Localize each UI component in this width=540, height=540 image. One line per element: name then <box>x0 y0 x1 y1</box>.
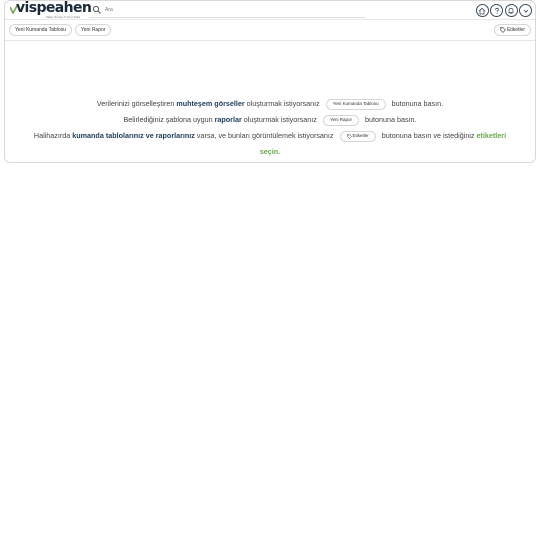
search-icon <box>92 5 101 14</box>
inline-tags-label: Etiketler <box>352 133 369 139</box>
notifications-button[interactable] <box>504 4 518 17</box>
message-text: Halihazırda <box>33 131 71 140</box>
message-text: Belirlediğiniz şablona uygun <box>123 115 213 124</box>
message-highlight: raporlar <box>214 115 242 124</box>
inline-tags-button[interactable]: Etiketler <box>339 130 376 142</box>
search-input[interactable] <box>105 7 355 13</box>
message-text: butonuna basın. <box>364 115 417 124</box>
message-text: oluşturmak istiyorsanız <box>243 115 317 124</box>
help-button[interactable] <box>490 4 503 17</box>
empty-state-message: Verilerinizi görselleştiren muhteşem gör… <box>5 96 535 160</box>
search-box[interactable] <box>89 3 365 18</box>
tags-button[interactable]: Etiketler <box>493 24 531 36</box>
main-panel: vispeahen Make Sense of Your Data Ara Ye… <box>4 0 536 163</box>
message-highlight-green: seçin. <box>259 147 281 156</box>
message-highlight: muhteşem görseller <box>176 99 245 108</box>
chevron-down-icon <box>523 9 528 13</box>
message-line-3: Halihazırda kumanda tablolarınız ve rapo… <box>5 128 535 144</box>
tag-icon <box>346 133 352 139</box>
inline-new-report-button[interactable]: Yeni Rapor <box>322 114 359 126</box>
logo-tagline: Make Sense of Your Data <box>46 14 81 19</box>
message-line-4: seçin. <box>5 144 535 160</box>
new-dashboard-button[interactable]: Yeni Kumanda Tablosu <box>9 24 72 36</box>
tag-icon <box>500 27 506 33</box>
inline-new-dashboard-button[interactable]: Yeni Kumanda Tablosu <box>325 98 386 110</box>
top-bar: vispeahen Make Sense of Your Data <box>5 1 535 20</box>
tags-button-label: Etiketler <box>506 27 525 33</box>
user-menu-button[interactable] <box>519 4 532 17</box>
message-line-2: Belirlediğiniz şablona uygun raporlar ol… <box>5 112 535 128</box>
message-text: butonuna basın. <box>391 99 444 108</box>
top-icons <box>475 4 532 17</box>
message-text: varsa, ve bunları görüntülemek istiyorsa… <box>196 131 334 140</box>
help-icon <box>494 7 499 14</box>
logo[interactable]: vispeahen Make Sense of Your Data <box>10 1 92 19</box>
message-line-1: Verilerinizi görselleştiren muhteşem gör… <box>5 96 535 112</box>
home-icon <box>478 7 486 14</box>
message-text: oluşturmak istiyorsanız <box>246 99 320 108</box>
toolbar: Yeni Kumanda Tablosu Yeni Rapor Etiketle… <box>5 20 535 41</box>
message-text: Verilerinizi görselleştiren <box>96 99 175 108</box>
new-report-button[interactable]: Yeni Rapor <box>74 24 112 36</box>
logo-text: vispeahen <box>16 0 92 16</box>
message-highlight: kumanda tablolarınız ve raporlarınız <box>72 131 195 140</box>
message-highlight-green: etiketleri <box>476 131 507 140</box>
bell-icon <box>508 7 514 14</box>
message-text: butonuna basın ve istediğiniz <box>381 131 475 140</box>
home-button[interactable] <box>475 4 489 17</box>
